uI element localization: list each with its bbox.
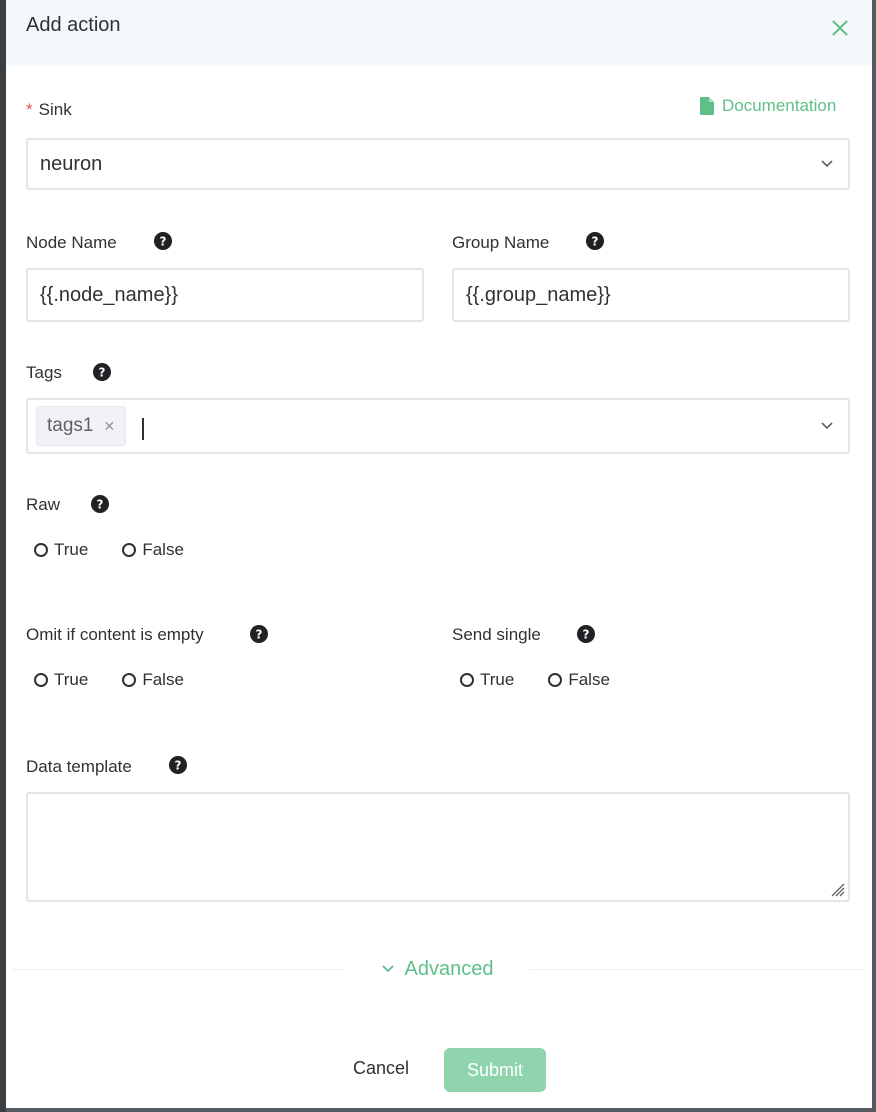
group-name-input[interactable]: {{.group_name}}	[452, 268, 850, 322]
advanced-label: Advanced	[404, 957, 494, 980]
tag-chip: tags1 ✕	[36, 406, 127, 446]
raw-true-radio[interactable]: True	[34, 540, 88, 560]
send-single-false-radio[interactable]: False	[548, 670, 610, 690]
group-name-value: {{.group_name}}	[466, 283, 611, 306]
radio-circle	[34, 673, 48, 687]
tags-select[interactable]: tags1 ✕	[26, 398, 850, 454]
submit-button[interactable]: Submit	[444, 1048, 546, 1092]
svg-text:?: ?	[175, 759, 182, 773]
omit-if-empty-radio-group: True False	[34, 670, 184, 690]
raw-false-radio[interactable]: False	[122, 540, 184, 560]
omit-true-radio[interactable]: True	[34, 670, 88, 690]
close-icon[interactable]: ✕	[103, 418, 115, 435]
add-action-dialog: Add action * Sink Documentation neuron No…	[6, 0, 872, 1108]
radio-label: True	[480, 670, 515, 689]
sink-select[interactable]: neuron	[26, 138, 850, 190]
radio-label: True	[54, 670, 89, 689]
radio-label: False	[142, 540, 184, 559]
help-icon[interactable]: ?	[154, 232, 172, 250]
close-icon[interactable]	[828, 16, 852, 40]
node-name-value: {{.node_name}}	[40, 283, 178, 306]
svg-text:?: ?	[97, 498, 104, 512]
radio-circle	[122, 543, 137, 557]
svg-text:?: ?	[256, 628, 263, 642]
data-template-label: Data template	[26, 757, 132, 776]
help-icon[interactable]: ?	[577, 625, 595, 643]
tags-label: Tags	[26, 363, 62, 382]
radio-circle	[548, 673, 563, 687]
radio-circle	[460, 673, 474, 687]
radio-circle	[34, 543, 48, 557]
document-icon	[700, 97, 714, 115]
chevron-down-icon	[821, 422, 833, 430]
sink-label: * Sink	[26, 100, 72, 120]
help-icon[interactable]: ?	[250, 625, 268, 643]
svg-text:?: ?	[592, 235, 599, 249]
svg-text:?: ?	[99, 366, 106, 380]
help-icon[interactable]: ?	[93, 363, 111, 381]
group-name-label: Group Name	[452, 233, 550, 252]
send-single-true-radio[interactable]: True	[460, 670, 514, 690]
tag-chip-label: tags1	[47, 415, 94, 436]
omit-if-empty-label: Omit if content is empty	[26, 625, 204, 644]
svg-text:?: ?	[160, 235, 167, 249]
send-single-label: Send single	[452, 625, 541, 644]
advanced-toggle[interactable]: Advanced	[344, 954, 530, 984]
raw-radio-group: True False	[34, 540, 184, 560]
radio-label: False	[142, 670, 184, 689]
data-template-textarea[interactable]	[26, 792, 850, 902]
dialog-title: Add action	[26, 14, 121, 36]
radio-circle	[122, 673, 137, 687]
omit-false-radio[interactable]: False	[122, 670, 184, 690]
sink-value: neuron	[40, 152, 103, 175]
help-icon[interactable]: ?	[91, 495, 109, 513]
node-name-input[interactable]: {{.node_name}}	[26, 268, 424, 322]
send-single-radio-group: True False	[460, 670, 610, 690]
sink-label-text: Sink	[38, 100, 72, 119]
required-asterisk: *	[26, 100, 33, 119]
resize-handle-icon[interactable]	[826, 878, 846, 898]
node-name-label: Node Name	[26, 233, 117, 252]
radio-label: False	[568, 670, 610, 689]
documentation-link[interactable]: Documentation	[700, 96, 836, 116]
chevron-down-icon	[821, 160, 833, 168]
help-icon[interactable]: ?	[586, 232, 604, 250]
svg-text:?: ?	[583, 628, 590, 642]
documentation-label: Documentation	[722, 96, 837, 115]
dialog-header: Add action	[6, 0, 872, 66]
text-cursor	[142, 418, 144, 440]
help-icon[interactable]: ?	[169, 756, 187, 774]
raw-label: Raw	[26, 495, 61, 514]
cancel-button[interactable]: Cancel	[338, 1050, 424, 1086]
radio-label: True	[54, 540, 89, 559]
chevron-down-icon	[381, 965, 394, 973]
